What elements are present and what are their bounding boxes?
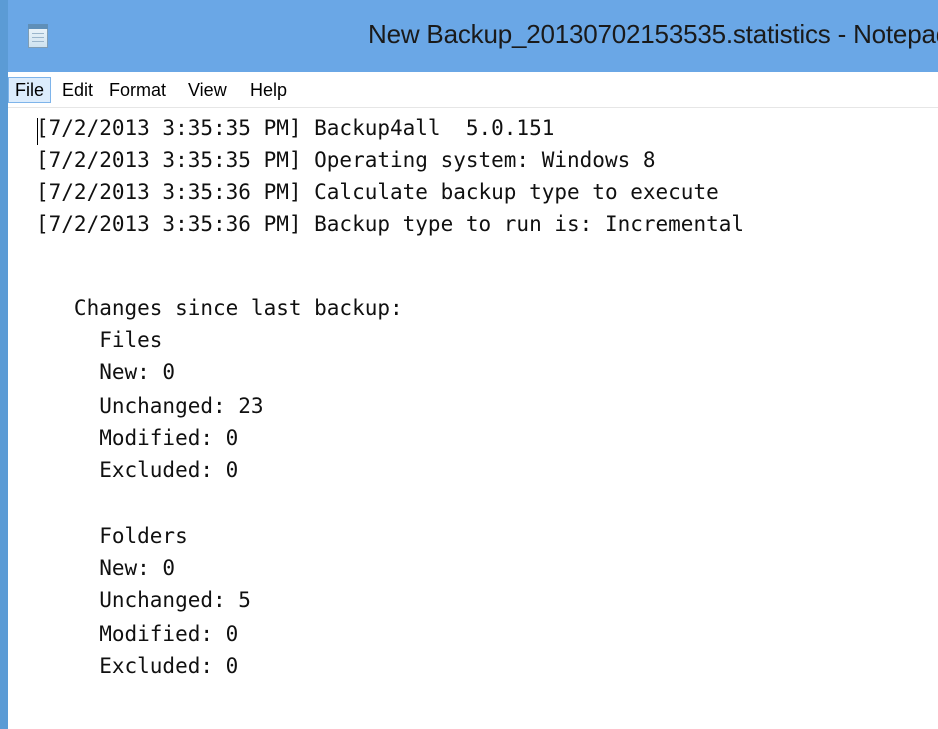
log-line: Excluded: 0 <box>36 654 239 678</box>
log-line: Modified: 0 <box>36 622 239 646</box>
menu-help[interactable]: Help <box>244 77 293 103</box>
log-line: [7/2/2013 3:35:35 PM] Backup4all 5.0.151 <box>36 116 555 140</box>
menu-bar: File Edit Format View Help <box>8 72 938 108</box>
menu-edit[interactable]: Edit <box>56 77 99 103</box>
log-line: Folders <box>36 524 188 548</box>
log-line: [7/2/2013 3:35:35 PM] Operating system: … <box>36 148 656 172</box>
log-line: Changes since last backup: <box>36 296 403 320</box>
menu-format[interactable]: Format <box>103 77 172 103</box>
log-line: [7/2/2013 3:35:36 PM] Calculate backup t… <box>36 180 719 204</box>
log-line: New: 0 <box>36 556 176 580</box>
log-line: Files <box>36 328 163 352</box>
window-border <box>0 0 8 729</box>
window-title: New Backup_20130702153535.statistics - N… <box>368 19 938 49</box>
menu-view[interactable]: View <box>182 77 233 103</box>
log-line: Excluded: 0 <box>36 458 239 482</box>
notepad-window: New Backup_20130702153535.statistics - N… <box>0 0 938 729</box>
menu-file[interactable]: File <box>8 77 52 103</box>
log-line: New: 0 <box>36 360 176 384</box>
log-line: Unchanged: 23 <box>36 394 264 418</box>
log-line: Modified: 0 <box>36 426 239 450</box>
notepad-icon[interactable] <box>28 24 48 48</box>
text-editor[interactable]: [7/2/2013 3:35:35 PM] Backup4all 5.0.151… <box>8 108 938 729</box>
log-line: Unchanged: 5 <box>36 588 251 612</box>
title-bar[interactable]: New Backup_20130702153535.statistics - N… <box>0 0 938 72</box>
log-line: [7/2/2013 3:35:36 PM] Backup type to run… <box>36 212 745 236</box>
